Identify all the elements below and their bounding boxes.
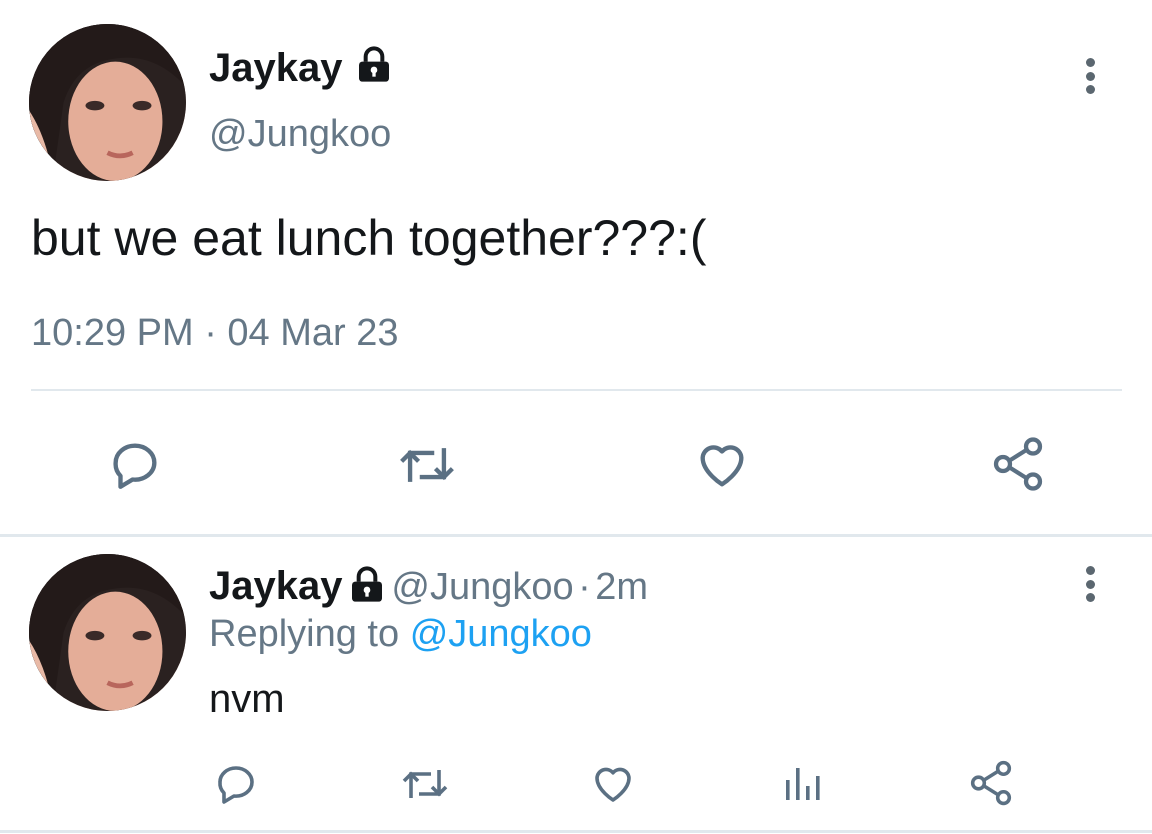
like-icon[interactable] — [692, 436, 752, 494]
bottom-divider — [0, 830, 1152, 833]
reply-text: nvm — [209, 677, 285, 721]
share-icon[interactable] — [988, 434, 1048, 494]
replying-handle-link[interactable]: @Jungkoo — [410, 613, 592, 655]
reply-display-name[interactable]: Jaykay — [209, 564, 342, 608]
display-name-text: Jaykay — [209, 46, 343, 90]
like-icon[interactable] — [589, 760, 637, 808]
avatar[interactable] — [29, 24, 186, 181]
reply-more-options-icon[interactable] — [1084, 566, 1096, 602]
avatar-image — [29, 554, 186, 711]
more-options-icon[interactable] — [1084, 58, 1096, 94]
section-divider — [0, 534, 1152, 537]
lock-icon — [354, 45, 394, 96]
avatar-image — [29, 24, 186, 181]
replying-to: Replying to @Jungkoo — [209, 612, 592, 656]
display-name[interactable]: Jaykay — [209, 44, 394, 96]
separator: · — [578, 566, 591, 608]
reply-handle[interactable]: @Jungkoo — [391, 566, 573, 608]
retweet-icon[interactable] — [398, 760, 452, 808]
reply-age[interactable]: 2m — [595, 566, 648, 608]
handle[interactable]: @Jungkoo — [209, 112, 391, 156]
analytics-icon[interactable] — [778, 760, 826, 808]
retweet-icon[interactable] — [395, 436, 459, 494]
timestamp[interactable]: 10:29 PM · 04 Mar 23 — [31, 311, 399, 355]
divider — [31, 389, 1122, 391]
replying-prefix: Replying to — [209, 613, 400, 655]
reply-avatar[interactable] — [29, 554, 186, 711]
tweet-text: but we eat lunch together???:( — [31, 210, 707, 266]
reply-icon[interactable] — [106, 436, 164, 494]
reply-icon[interactable] — [212, 760, 260, 808]
share-icon[interactable] — [966, 758, 1016, 808]
